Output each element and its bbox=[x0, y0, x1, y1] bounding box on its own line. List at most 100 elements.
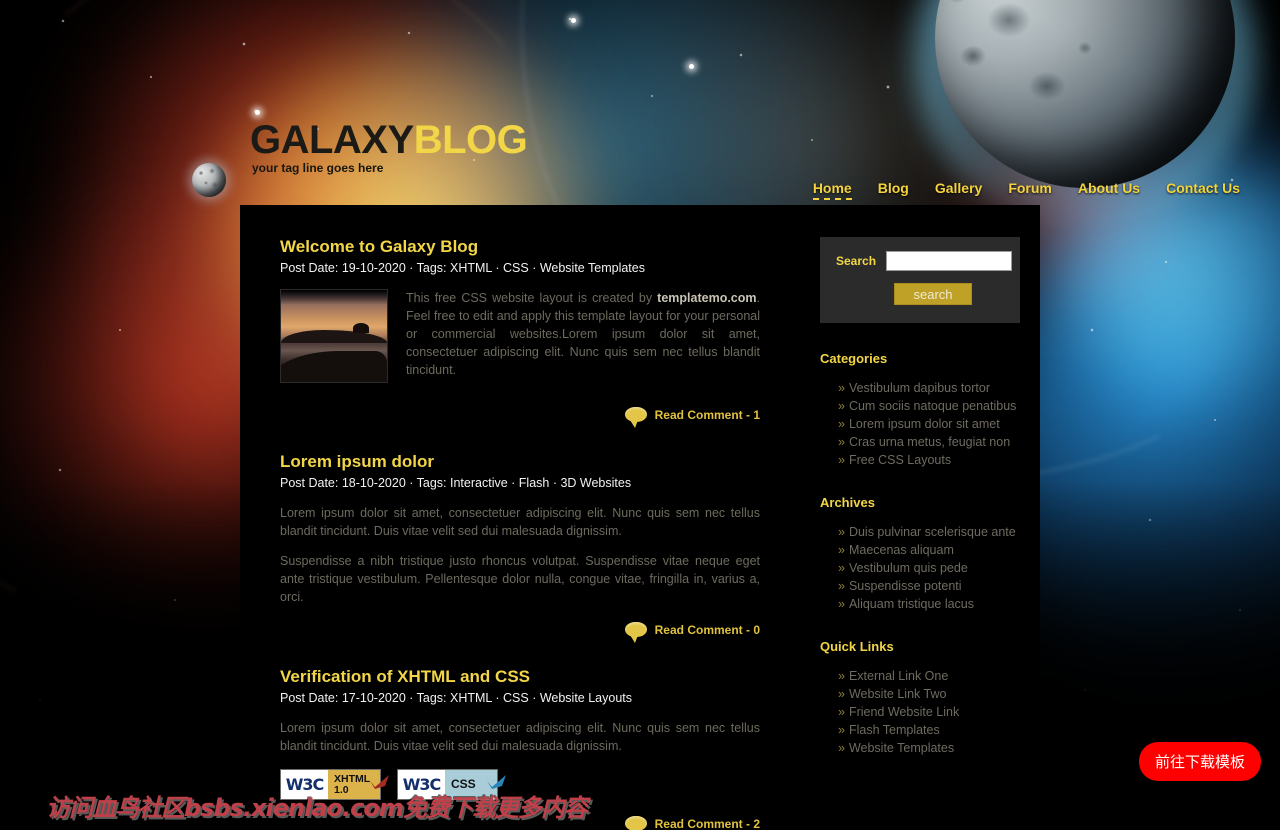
nav-item-forum[interactable]: Forum bbox=[1008, 180, 1052, 200]
list-item-label: Lorem ipsum dolor sit amet bbox=[848, 417, 1000, 431]
list-item-label: Duis pulvinar scelerisque ante bbox=[848, 525, 1016, 539]
comment-bubble-icon bbox=[624, 407, 647, 428]
templatemo-link[interactable]: templatemo.com bbox=[657, 291, 756, 305]
post-meta: Post Date: 19-10-2020 · Tags: XHTML · CS… bbox=[280, 261, 645, 275]
chevron-right-icon: » bbox=[838, 723, 845, 737]
post-meta: Post Date: 18-10-2020 · Tags: Interactiv… bbox=[280, 476, 632, 490]
blue-checkmark-icon bbox=[487, 775, 506, 789]
sidebar-list-quick-links: » External Link One » Website Link Two » Fr… bbox=[838, 667, 1020, 757]
list-item-label: Aliquam tristique lacus bbox=[848, 597, 975, 611]
comment-bubble-icon bbox=[624, 622, 647, 643]
logo-secondary: BLOG bbox=[413, 118, 528, 162]
list-item-label: Website Templates bbox=[848, 741, 955, 755]
sidebar-list-archives: » Duis pulvinar scelerisque ante » Maecena… bbox=[838, 523, 1020, 613]
list-item-label: External Link One bbox=[848, 669, 949, 683]
search-input[interactable] bbox=[886, 251, 1013, 271]
chevron-right-icon: » bbox=[838, 399, 845, 413]
list-item-label: Vestibulum dapibus tortor bbox=[848, 381, 991, 395]
list-item[interactable]: » Flash Templates bbox=[838, 721, 1020, 739]
chevron-right-icon: » bbox=[838, 669, 845, 683]
sidebar: Search search Categories » Vestibulum dap… bbox=[800, 205, 1040, 830]
list-item-label: Suspendisse potenti bbox=[848, 579, 962, 593]
list-item[interactable]: » Cum sociis natoque penatibus bbox=[838, 397, 1020, 415]
read-comment-label: Read Comment - 2 bbox=[654, 816, 760, 830]
post-paragraph: Lorem ipsum dolor sit amet, consectetuer… bbox=[280, 506, 760, 538]
list-item-label: Maecenas aliquam bbox=[848, 543, 954, 557]
list-item[interactable]: » Vestibulum dapibus tortor bbox=[838, 379, 1020, 397]
blog-post: Lorem ipsum dolor Post Date: 18-10-2020 … bbox=[280, 452, 760, 643]
nav-item-home[interactable]: Home bbox=[812, 180, 852, 200]
post-title[interactable]: Lorem ipsum dolor bbox=[280, 452, 760, 472]
chevron-right-icon: » bbox=[838, 525, 845, 539]
sidebar-heading-archives: Archives bbox=[820, 495, 875, 510]
search-box: Search search bbox=[820, 237, 1020, 323]
post-title[interactable]: Verification of XHTML and CSS bbox=[280, 667, 760, 687]
list-item[interactable]: » Friend Website Link bbox=[838, 703, 1020, 721]
list-item[interactable]: » Suspendisse potenti bbox=[838, 577, 1020, 595]
red-checkmark-icon bbox=[370, 775, 389, 789]
list-item-label: Friend Website Link bbox=[848, 705, 960, 719]
post-meta: Post Date: 17-10-2020 · Tags: XHTML · CS… bbox=[280, 691, 633, 705]
list-item[interactable]: » Duis pulvinar scelerisque ante bbox=[838, 523, 1020, 541]
list-item[interactable]: » Free CSS Layouts bbox=[838, 451, 1020, 469]
post-body-lead: This free CSS website layout is created … bbox=[406, 291, 658, 305]
chevron-right-icon: » bbox=[838, 453, 845, 467]
list-item-label: Free CSS Layouts bbox=[848, 453, 952, 467]
search-button[interactable]: search bbox=[894, 283, 972, 305]
nav-item-blog[interactable]: Blog bbox=[878, 180, 909, 200]
list-item[interactable]: » Website Templates bbox=[838, 739, 1020, 757]
chevron-right-icon: » bbox=[838, 381, 845, 395]
post-paragraph: Lorem ipsum dolor sit amet, consectetuer… bbox=[280, 721, 760, 753]
site-watermark: 访问血鸟社区bsbs.xienlao.com免费下载更多内容 bbox=[46, 794, 588, 822]
download-template-button[interactable]: 前往下载模板 bbox=[1139, 742, 1261, 781]
blog-post: Welcome to Galaxy Blog Post Date: 19-10-… bbox=[280, 237, 760, 428]
read-comment-link[interactable]: Read Comment - 0 bbox=[280, 622, 760, 643]
read-comment-label: Read Comment - 0 bbox=[654, 622, 760, 637]
list-item[interactable]: » Cras urna metus, feugiat non bbox=[838, 433, 1020, 451]
post-paragraph: Suspendisse a nibh tristique justo rhonc… bbox=[280, 554, 760, 604]
post-body: Lorem ipsum dolor sit amet, consectetuer… bbox=[280, 719, 760, 755]
nav-item-about-us[interactable]: About Us bbox=[1078, 180, 1140, 200]
list-item[interactable]: » Aliquam tristique lacus bbox=[838, 595, 1020, 613]
list-item[interactable]: » Website Link Two bbox=[838, 685, 1020, 703]
logo-primary: GALAXY bbox=[250, 118, 414, 162]
thumb-foreground bbox=[281, 350, 387, 382]
chevron-right-icon: » bbox=[838, 741, 845, 755]
thumb-tree bbox=[353, 323, 370, 334]
list-item-label: Website Link Two bbox=[848, 687, 947, 701]
chevron-right-icon: » bbox=[838, 597, 845, 611]
list-item[interactable]: » Maecenas aliquam bbox=[838, 541, 1020, 559]
list-item-label: Cras urna metus, feugiat non bbox=[848, 435, 1011, 449]
thumb-hill bbox=[281, 330, 387, 344]
sidebar-list-categories: » Vestibulum dapibus tortor » Cum sociis n… bbox=[838, 379, 1020, 469]
list-item[interactable]: » Vestibulum quis pede bbox=[838, 559, 1020, 577]
posts-column: Welcome to Galaxy Blog Post Date: 19-10-… bbox=[240, 205, 800, 830]
list-item[interactable]: » Lorem ipsum dolor sit amet bbox=[838, 415, 1020, 433]
list-item[interactable]: » External Link One bbox=[838, 667, 1020, 685]
sidebar-heading-categories: Categories bbox=[820, 351, 888, 366]
list-item-label: Flash Templates bbox=[848, 723, 940, 737]
chevron-right-icon: » bbox=[838, 435, 845, 449]
xhtml-badge-line1: XHTML bbox=[334, 772, 371, 785]
list-item-label: Cum sociis natoque penatibus bbox=[848, 399, 1017, 413]
nav-item-contact-us[interactable]: Contact Us bbox=[1166, 180, 1240, 200]
site-tagline: your tag line goes here bbox=[252, 161, 384, 175]
nav-item-gallery[interactable]: Gallery bbox=[935, 180, 982, 200]
chevron-right-icon: » bbox=[838, 561, 845, 575]
content-panel: Welcome to Galaxy Blog Post Date: 19-10-… bbox=[240, 205, 1040, 830]
read-comment-link[interactable]: Read Comment - 1 bbox=[280, 407, 760, 428]
site-header: GALAXYBLOG your tag line goes here Home … bbox=[0, 0, 1280, 205]
chevron-right-icon: » bbox=[838, 705, 845, 719]
comment-bubble-icon bbox=[624, 816, 647, 830]
search-label: Search bbox=[836, 254, 877, 268]
post-thumbnail-image[interactable] bbox=[280, 289, 388, 383]
site-logo[interactable]: GALAXYBLOG bbox=[250, 118, 528, 162]
list-item-label: Vestibulum quis pede bbox=[848, 561, 968, 575]
read-comment-label: Read Comment - 1 bbox=[654, 407, 760, 422]
post-body: Lorem ipsum dolor sit amet, consectetuer… bbox=[280, 504, 760, 606]
sidebar-heading-quick-links: Quick Links bbox=[820, 639, 894, 654]
chevron-right-icon: » bbox=[838, 687, 845, 701]
post-title[interactable]: Welcome to Galaxy Blog bbox=[280, 237, 760, 257]
main-navigation[interactable]: Home Blog Gallery Forum About Us Contact… bbox=[812, 180, 1240, 200]
chevron-right-icon: » bbox=[838, 579, 845, 593]
